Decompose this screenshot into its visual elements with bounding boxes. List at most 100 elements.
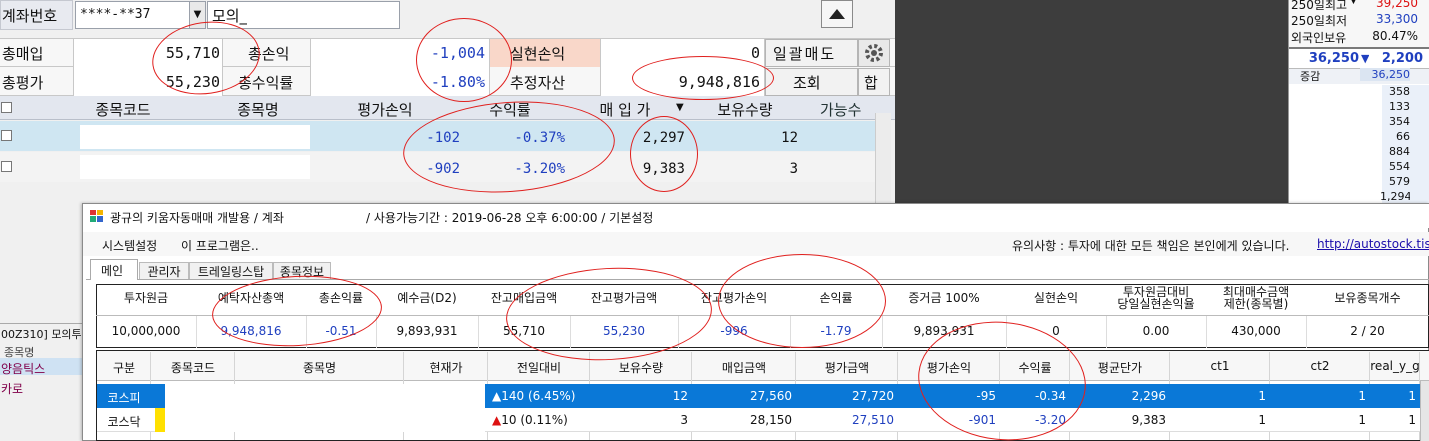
grid-col-header[interactable]: 매입금액	[692, 359, 796, 376]
grid-col-header[interactable]: ct1	[1170, 359, 1270, 373]
grid-col-header[interactable]: ct2	[1270, 359, 1370, 373]
summary-header: 잔고평가손익	[700, 292, 768, 304]
grid-col-header[interactable]: 수익률	[1000, 359, 1070, 376]
row-pl: -902	[426, 161, 460, 177]
grid-col-header[interactable]: 종목코드	[151, 359, 235, 376]
summary-col-divider	[1006, 316, 1007, 348]
summary-value: 430,000	[1231, 324, 1281, 338]
orderbook-level: 884	[1389, 145, 1410, 158]
grid-col-header[interactable]: 보유수량	[590, 359, 692, 376]
grid-col-header[interactable]: 평균단가	[1070, 359, 1170, 376]
summary-header: 투자원금	[123, 292, 169, 304]
summary-col-divider	[790, 316, 791, 348]
chevron-down-icon: ▼	[193, 9, 202, 20]
summary-value: 9,893,931	[913, 324, 975, 338]
redacted-code-name	[165, 384, 485, 408]
quote-value: 39,250	[1376, 0, 1418, 10]
grid-col-header[interactable]: 전일대비	[488, 359, 590, 376]
redacted-code-name	[165, 408, 485, 432]
summary-value: 0	[1052, 324, 1060, 338]
window-title: 광규의 키움자동매매 개발용 / 계좌	[110, 211, 284, 225]
grid-cell-avg: 2,296	[1131, 389, 1166, 403]
grid-col-header[interactable]: 평가금액	[796, 359, 898, 376]
gear-icon	[865, 44, 883, 62]
row-pl: -102	[426, 130, 460, 146]
summary-header: 투자원금대비 당일실현손익율	[1117, 286, 1195, 310]
account-value: ****-**37	[80, 7, 151, 22]
redacted-name	[80, 155, 310, 179]
summary-header: 잔고평가금액	[590, 292, 658, 304]
notice-text: 유의사항 : 투자에 대한 모든 책임은 본인에게 있습니다.	[1012, 239, 1290, 253]
grid-cell-ct2: 1	[1358, 389, 1366, 403]
col-name[interactable]: 종목명	[198, 99, 318, 120]
col-code[interactable]: 종목코드	[48, 99, 198, 120]
grid-cell-eval: 27,510	[852, 413, 894, 427]
summary-col-divider	[306, 316, 307, 348]
summary-header: 보유종목개수	[1334, 292, 1401, 304]
menu-system-settings[interactable]: 시스템설정	[102, 237, 157, 254]
col-rate[interactable]: 수익률	[450, 99, 570, 120]
scroll-up-button[interactable]	[821, 0, 853, 28]
grid-vscroll[interactable]	[1420, 381, 1429, 441]
orderbook-level: 579	[1389, 175, 1410, 188]
row-checkbox[interactable]	[1, 130, 12, 141]
grid-cell-change: ▲140 (6.45%)	[492, 389, 586, 403]
realized-pl-value: 0	[750, 44, 760, 62]
grid-cell-real: 1	[1408, 413, 1416, 427]
left-list-item[interactable]: 카로	[1, 380, 81, 397]
grid-col-header[interactable]: 구분	[97, 359, 151, 376]
holdings-vscroll[interactable]	[875, 113, 891, 210]
col-pl[interactable]: 평가손익	[325, 99, 445, 120]
total-eval-label: 총평가	[2, 74, 44, 92]
summary-header: 실현손익	[1033, 292, 1079, 304]
row-buy-price: 2,297	[642, 130, 685, 146]
grid-cell-change: ▲10 (0.11%)	[492, 413, 568, 427]
quote-dropdown-icon[interactable]: ▼	[1350, 0, 1357, 6]
row-buy-price: 9,383	[642, 161, 685, 177]
grid-col-header[interactable]: 종목명	[235, 359, 404, 376]
up-triangle-icon: ▲	[492, 413, 502, 427]
header-checkbox[interactable]	[1, 102, 12, 113]
sort-arrow-icon: ▼	[676, 102, 684, 113]
summary-col-divider	[376, 316, 377, 348]
grid-cell-real: 1	[1408, 389, 1416, 403]
row-qty: 12	[781, 130, 798, 146]
current-price: 36,250	[1308, 51, 1359, 66]
total-pl-label: 총손익	[248, 45, 290, 63]
total-pl-value: -1,004	[430, 44, 485, 62]
grid-cell-pl: -901	[968, 413, 996, 427]
grid-cell-pl: -95	[976, 389, 996, 403]
grid-col-header[interactable]: 평가손익	[898, 359, 1000, 376]
orderbook-level: 66	[1396, 130, 1410, 143]
col-available[interactable]: 가능수	[820, 99, 875, 120]
quote-value: 80.47%	[1372, 29, 1418, 43]
tab-trailing-stop-label: 트레일링스탑	[197, 265, 265, 279]
grid-col-header[interactable]: 현재가	[404, 359, 488, 376]
summary-col-divider	[1206, 316, 1207, 348]
orderbook-level: 354	[1389, 115, 1410, 128]
tab-stock-info-label: 종목정보	[279, 265, 325, 279]
orderbook-level: 358	[1389, 85, 1410, 98]
redacted-name	[80, 125, 310, 149]
col-qty[interactable]: 보유수량	[690, 99, 800, 120]
summary-col-divider	[678, 316, 679, 348]
summary-header: 손익률	[819, 292, 853, 304]
grid-cell-market: 코스닥	[107, 415, 141, 429]
summary-value: 2 / 20	[1350, 324, 1385, 338]
account-dropdown-button[interactable]: ▼	[189, 1, 206, 29]
summary-grid-divider	[96, 315, 1429, 316]
window-titlebar[interactable]	[83, 204, 1429, 228]
menu-about[interactable]: 이 프로그램은..	[181, 237, 259, 254]
summary-value: 9,948,816	[220, 324, 282, 338]
summary-value: 55,230	[603, 324, 645, 338]
app-icon	[90, 210, 103, 222]
left-list-item[interactable]: 양음틱스	[1, 360, 81, 377]
homepage-link[interactable]: http://autostock.tisto	[1317, 237, 1429, 251]
total-buy-value: 55,710	[165, 44, 220, 62]
settings-button[interactable]	[858, 39, 890, 67]
col-buy-price[interactable]: 매 입 가	[570, 99, 680, 120]
summary-value: 9,893,931	[396, 324, 458, 338]
row-checkbox[interactable]	[1, 161, 12, 172]
account-label: 계좌번호	[2, 7, 58, 25]
grid-col-header[interactable]: real_y_g	[1370, 359, 1420, 373]
